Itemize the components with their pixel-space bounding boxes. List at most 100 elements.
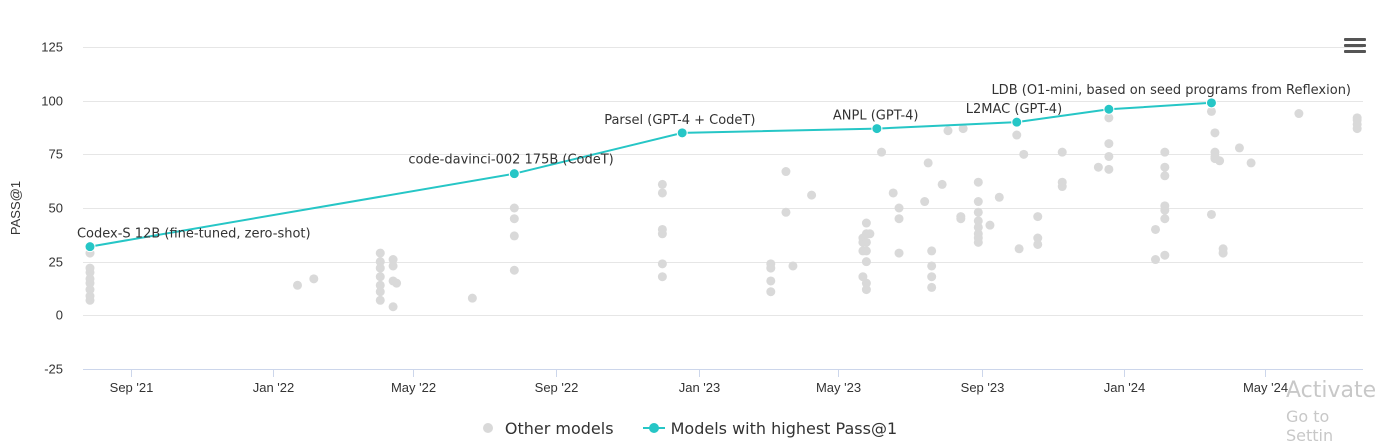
other-model-point — [375, 257, 385, 267]
other-model-point — [766, 287, 776, 297]
other-model-point — [1218, 244, 1228, 254]
point-label: code-davinci-002 175B (CodeT) — [408, 153, 613, 168]
x-tick-label: Sep '23 — [961, 380, 1005, 395]
other-model-point — [657, 179, 667, 189]
other-model-point — [1019, 149, 1029, 159]
y-axis: -25 0 25 50 75 100 125 — [41, 40, 63, 377]
other-model-point — [877, 147, 887, 157]
other-model-point — [807, 190, 817, 200]
other-model-point — [861, 257, 871, 267]
other-model-point — [894, 214, 904, 224]
other-model-point — [781, 207, 791, 217]
other-model-point — [388, 255, 398, 265]
other-model-point — [1215, 156, 1225, 166]
legend-label-highest-pass: Models with highest Pass@1 — [670, 418, 898, 438]
other-model-point — [1033, 239, 1043, 249]
other-model-point — [509, 231, 519, 241]
other-model-point — [292, 280, 302, 290]
hamburger-menu-icon[interactable] — [1344, 38, 1366, 58]
teal-line-dot-icon — [642, 423, 665, 433]
legend: Other models Models with highest Pass@1 — [0, 418, 1380, 438]
point-label: LDB (O1-mini, based on seed programs fro… — [991, 83, 1351, 98]
y-tick-label: 25 — [49, 255, 63, 270]
other-model-point — [1160, 162, 1170, 172]
other-model-point — [894, 203, 904, 213]
other-model-point — [927, 261, 937, 271]
watermark-line-1: Activate — [1286, 378, 1377, 403]
point-label: Parsel (GPT-4 + CodeT) — [604, 113, 755, 128]
other-model-point — [861, 237, 871, 247]
x-tick-label: Sep '22 — [535, 380, 579, 395]
other-model-point — [973, 216, 983, 226]
other-model-point — [1160, 171, 1170, 181]
other-model-point — [766, 276, 776, 286]
x-axis: Sep '21 Jan '22 May '22 Sep '22 Jan '23 May '… — [110, 369, 1288, 395]
other-model-point — [994, 192, 1004, 202]
other-model-point — [985, 220, 995, 230]
best-model-point — [1011, 116, 1023, 128]
other-model-point — [375, 272, 385, 282]
best-model-point — [676, 127, 688, 139]
other-model-point — [927, 272, 937, 282]
other-model-point — [920, 197, 930, 207]
y-tick-label: 125 — [41, 40, 63, 55]
other-model-point — [943, 126, 953, 136]
other-model-point — [923, 158, 933, 168]
other-model-point — [788, 261, 798, 271]
other-model-point — [509, 214, 519, 224]
other-model-point — [657, 224, 667, 234]
legend-item-other-models[interactable]: Other models — [482, 419, 614, 438]
other-model-point — [861, 218, 871, 228]
legend-item-highest-pass[interactable]: Models with highest Pass@1 — [642, 418, 898, 438]
other-model-point — [657, 272, 667, 282]
chart: -250255075100125 Sep '21 Jan '22 May '22 Se… — [8, 40, 1363, 395]
best-model-point — [508, 168, 520, 180]
best-model-point — [1205, 97, 1217, 109]
other-model-point — [1210, 128, 1220, 138]
other-model-point — [1160, 214, 1170, 224]
other-model-point — [1012, 130, 1022, 140]
other-model-point — [375, 248, 385, 258]
other-model-point — [388, 302, 398, 312]
y-tick-label: 75 — [49, 147, 63, 162]
other-model-point — [1352, 113, 1362, 123]
other-model-point — [1234, 143, 1244, 153]
other-model-point — [927, 246, 937, 256]
other-model-point — [973, 207, 983, 217]
other-model-point — [1294, 109, 1304, 119]
other-model-point — [973, 197, 983, 207]
other-model-point — [781, 167, 791, 177]
other-model-point — [467, 293, 477, 303]
other-model-point — [309, 274, 319, 284]
other-model-point — [1057, 177, 1067, 187]
point-label: L2MAC (GPT-4) — [966, 102, 1062, 117]
other-model-point — [973, 177, 983, 187]
y-tick-label: 50 — [49, 201, 63, 216]
point-label: ANPL (GPT-4) — [833, 109, 919, 124]
other-model-point — [657, 259, 667, 269]
other-model-point — [1160, 250, 1170, 260]
other-model-point — [375, 280, 385, 290]
other-model-point — [861, 278, 871, 288]
other-model-point — [85, 263, 95, 273]
other-model-point — [375, 295, 385, 305]
other-model-point — [392, 278, 402, 288]
x-tick-label: May '24 — [1243, 380, 1288, 395]
other-model-point — [1150, 255, 1160, 265]
x-tick-label: Jan '22 — [253, 380, 295, 395]
x-tick-label: May '22 — [391, 380, 436, 395]
other-model-point — [1014, 244, 1024, 254]
other-model-point — [888, 188, 898, 198]
x-tick-label: Jan '24 — [1104, 380, 1146, 395]
y-tick-label: -25 — [44, 362, 63, 377]
other-model-point — [937, 179, 947, 189]
other-model-point — [1246, 158, 1256, 168]
grey-dot-icon — [482, 423, 493, 433]
other-model-point — [1057, 147, 1067, 157]
other-model-point — [1093, 162, 1103, 172]
other-model-point — [861, 246, 871, 256]
other-model-point — [1104, 151, 1114, 161]
other-model-point — [1160, 147, 1170, 157]
watermark-line-2: Go to Settin — [1286, 407, 1334, 445]
other-model-point — [657, 188, 667, 198]
